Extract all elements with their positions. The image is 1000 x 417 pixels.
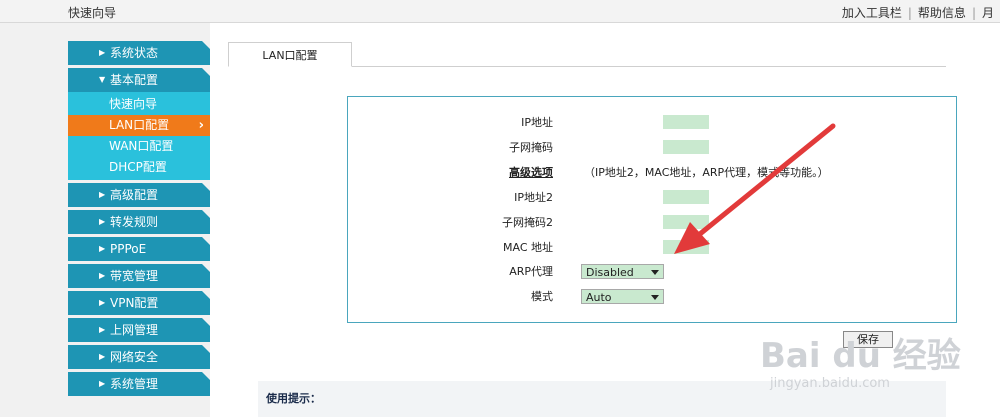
more-link[interactable]: 月 <box>976 6 1000 20</box>
nav-internet-mgmt[interactable]: ▶ 上网管理 <box>68 318 210 342</box>
usage-tips-label: 使用提示： <box>266 392 321 405</box>
ip2-label: IP地址2 <box>514 191 553 204</box>
ip2-input-left[interactable] <box>581 190 663 204</box>
triangle-right-icon: ▶ <box>99 271 106 280</box>
nav-pppoe[interactable]: ▶ PPPoE <box>68 237 210 261</box>
top-links: 加入工具栏 | 帮助信息 | 月 <box>836 4 1000 21</box>
top-bar: 快速向导 加入工具栏 | 帮助信息 | 月 <box>0 0 1000 23</box>
chevron-right-icon: › <box>198 118 204 133</box>
triangle-right-icon: ▶ <box>99 352 106 361</box>
advanced-options-link[interactable]: 高级选项 <box>323 164 553 182</box>
nav-basic-config[interactable]: ▼ 基本配置 <box>68 68 210 92</box>
mask2-label: 子网掩码2 <box>502 216 553 229</box>
triangle-right-icon: ▶ <box>99 244 106 253</box>
triangle-right-icon: ▶ <box>99 190 106 199</box>
red-arrow-annotation <box>674 123 836 254</box>
lan-config-panel: IP地址 子网掩码 高级选项 （IP地址2，MAC地址，ARP代理，模式等功能。… <box>347 96 957 323</box>
dropdown-arrow-icon <box>651 295 659 300</box>
mask-input-left[interactable] <box>581 140 663 154</box>
baidu-watermark-url: jingyan.baidu.com <box>770 376 890 391</box>
nav-advanced-config[interactable]: ▶ 高级配置 <box>68 183 210 207</box>
triangle-right-icon: ▶ <box>99 48 106 57</box>
nav-system-mgmt[interactable]: ▶ 系统管理 <box>68 372 210 396</box>
help-link[interactable]: 帮助信息 <box>912 6 972 20</box>
ip-input-left[interactable] <box>581 115 663 129</box>
mode-label: 模式 <box>531 290 553 303</box>
mask-label: 子网掩码 <box>509 141 553 154</box>
arp-label: ARP代理 <box>509 265 553 278</box>
mac-label: MAC 地址 <box>503 241 553 254</box>
nav-vpn[interactable]: ▶ VPN配置 <box>68 291 210 315</box>
triangle-right-icon: ▶ <box>99 379 106 388</box>
ip-label: IP地址 <box>521 116 553 129</box>
nav-bandwidth[interactable]: ▶ 带宽管理 <box>68 264 210 288</box>
sub-quick-wizard[interactable]: 快速向导 <box>68 94 210 115</box>
nav-forward-rules[interactable]: ▶ 转发规则 <box>68 210 210 234</box>
triangle-right-icon: ▶ <box>99 298 106 307</box>
triangle-down-icon: ▼ <box>99 75 106 84</box>
nav-network-security[interactable]: ▶ 网络安全 <box>68 345 210 369</box>
mask2-input-left[interactable] <box>581 215 663 229</box>
arp-select[interactable]: Disabled <box>581 264 664 279</box>
sub-wan-config[interactable]: WAN口配置 <box>68 136 210 157</box>
triangle-right-icon: ▶ <box>99 217 106 226</box>
sub-dhcp-config[interactable]: DHCP配置 <box>68 157 210 178</box>
mode-select[interactable]: Auto <box>581 289 664 304</box>
nav-system-status[interactable]: ▶ 系统状态 <box>68 41 210 65</box>
sub-lan-config[interactable]: LAN口配置 › <box>68 115 210 136</box>
page-title: 快速向导 <box>68 6 117 20</box>
basic-config-submenu: 快速向导 LAN口配置 › WAN口配置 DHCP配置 <box>68 92 210 180</box>
baidu-watermark: Bai du 经验 <box>760 336 961 376</box>
add-toolbar-link[interactable]: 加入工具栏 <box>836 6 908 20</box>
triangle-right-icon: ▶ <box>99 325 106 334</box>
sidebar: ▶ 系统状态 ▼ 基本配置 快速向导 LAN口配置 › WAN口配置 DHCP配… <box>68 41 210 399</box>
tab-lan-config[interactable]: LAN口配置 <box>228 42 352 67</box>
mac-input-left[interactable] <box>581 240 663 254</box>
dropdown-arrow-icon <box>651 270 659 275</box>
